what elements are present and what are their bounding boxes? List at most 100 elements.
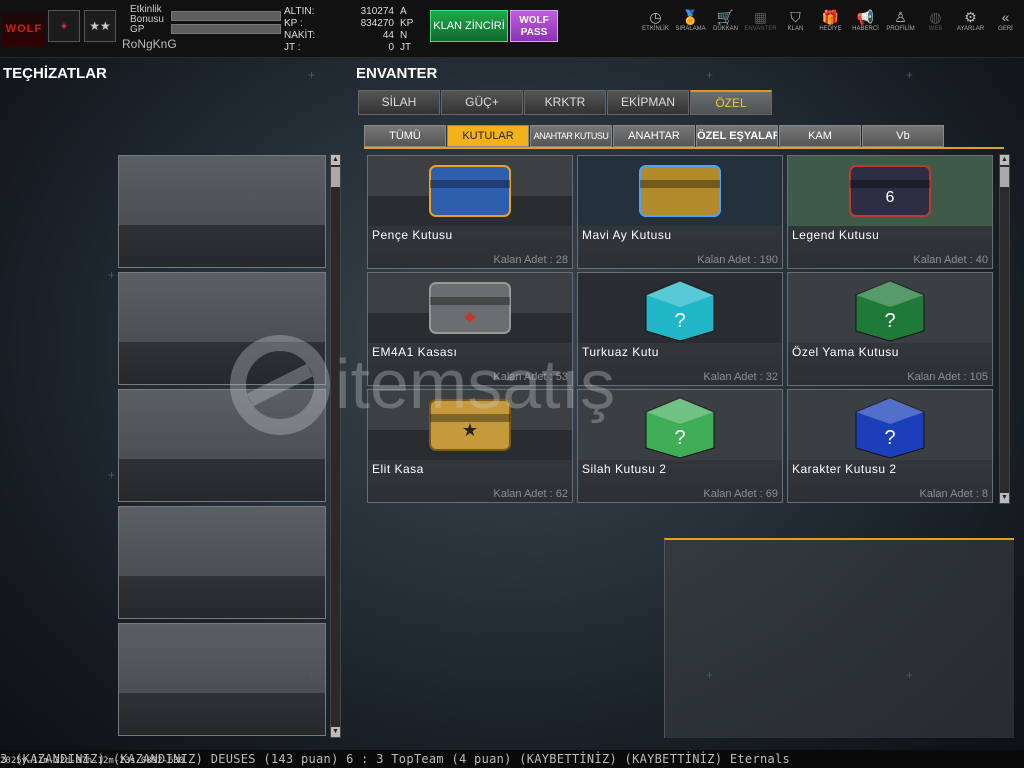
inventory-item-card[interactable]: 6 Legend Kutusu Kalan Adet : 40	[787, 155, 993, 269]
gift-icon: 🎁	[821, 9, 840, 25]
nav-gift[interactable]: 🎁 HEDİYE	[813, 8, 848, 32]
tab-sub[interactable]: Vb	[862, 125, 944, 147]
background-cross-mark: +	[906, 68, 914, 82]
equipment-scrollbar[interactable]: ▲ ▼	[330, 154, 341, 738]
scroll-down-icon[interactable]: ▼	[331, 727, 340, 737]
equipment-slot[interactable]	[118, 623, 326, 736]
item-remaining-count: Kalan Adet : 8	[919, 488, 989, 500]
inventory-heading: ENVANTER	[356, 65, 438, 82]
inventory-icon: ▦	[753, 9, 768, 25]
item-name: EM4A1 Kasası	[372, 345, 458, 359]
svg-text:★: ★	[462, 420, 478, 440]
svg-text:?: ?	[674, 427, 685, 449]
inventory-item-card[interactable]: ? Silah Kutusu 2 Kalan Adet : 69	[577, 389, 783, 503]
tab-sub[interactable]: KUTULAR	[447, 125, 529, 147]
nav-profile[interactable]: ♙ PROFİLİM	[883, 8, 918, 32]
nav-label: ENVANTER	[744, 26, 777, 32]
inventory-item-card[interactable]: ? Karakter Kutusu 2 Kalan Adet : 8	[787, 389, 993, 503]
nav-medal[interactable]: 🏅 SIRALAMA	[673, 8, 708, 32]
item-image	[578, 156, 782, 226]
item-remaining-count: Kalan Adet : 69	[703, 488, 778, 500]
tab-main[interactable]: EKİPMAN	[607, 90, 689, 115]
tab-sub[interactable]: TÜMÜ	[364, 125, 446, 147]
scroll-up-icon[interactable]: ▲	[331, 155, 340, 165]
tab-sub[interactable]: ANAHTAR	[613, 125, 695, 147]
equipment-slot[interactable]	[118, 389, 326, 502]
inventory-scrollbar[interactable]: ▲ ▼	[999, 154, 1010, 504]
scroll-thumb[interactable]	[1000, 167, 1009, 187]
item-remaining-count: Kalan Adet : 40	[913, 254, 988, 266]
tab-sub[interactable]: KAM	[779, 125, 861, 147]
nav-clock[interactable]: ◷ ETKİNLİK	[638, 8, 673, 32]
etkinlik-bonus-bar	[171, 11, 281, 21]
nav-label: PROFİLİM	[886, 26, 915, 32]
nav-clan-shield[interactable]: ⛉ KLAN	[778, 8, 813, 32]
top-navigation: ◷ ETKİNLİK 🏅 SIRALAMA 🛒 DÜKKAN ▦ ENVANTER ⛉ KLAN 🎁…	[638, 8, 1023, 32]
item-name: Turkuaz Kutu	[582, 345, 659, 359]
nav-label: DÜKKAN	[712, 26, 738, 32]
item-image: ?	[578, 390, 782, 460]
player-nickname: RoNgKnG	[122, 37, 177, 51]
tab-sub[interactable]: ÖZEL EŞYALAR	[696, 125, 778, 147]
svg-text:?: ?	[884, 427, 895, 449]
match-ticker: 3 (KAZANDINIZ) (KAZANDINIZ) DEUSES (143 …	[0, 750, 1024, 768]
inventory-item-card[interactable]: Mavi Ay Kutusu Kalan Adet : 190	[577, 155, 783, 269]
svg-text:?: ?	[674, 310, 685, 332]
sub-tabs: TÜMÜ KUTULAR ANAHTAR KUTUSU ANAHTAR ÖZEL EŞY…	[364, 125, 945, 147]
tab-main[interactable]: ÖZEL	[690, 90, 772, 115]
nav-globe[interactable]: ◍ WEB	[918, 8, 953, 32]
top-bar: WOLF ✦ ★★ Etkinlik Bonusu GP RoNgKnG ALT…	[0, 0, 1024, 58]
nav-label: AYARLAR	[956, 26, 985, 32]
item-remaining-count: Kalan Adet : 32	[703, 371, 778, 383]
nav-inventory[interactable]: ▦ ENVANTER	[743, 8, 778, 32]
nav-label: ETKİNLİK	[642, 26, 669, 32]
background-cross-mark: +	[706, 668, 714, 682]
currency-row: ALTIN: 310274 A	[284, 6, 407, 17]
item-name: Pençe Kutusu	[372, 228, 453, 242]
nav-label: SIRALAMA	[675, 26, 706, 32]
item-name: Karakter Kutusu 2	[792, 462, 897, 476]
klan-zinciri-button[interactable]: KLAN ZİNCİRİ	[430, 10, 508, 42]
background-cross-mark: +	[108, 468, 116, 482]
wolf-pass-button[interactable]: WOLF PASS	[510, 10, 558, 42]
scroll-up-icon[interactable]: ▲	[1000, 155, 1009, 165]
nav-label: GERİ	[998, 26, 1013, 32]
currency-row: KP :834270 KP	[284, 18, 414, 29]
item-image: ?	[788, 273, 992, 343]
scroll-thumb[interactable]	[331, 167, 340, 187]
item-remaining-count: Kalan Adet : 62	[493, 488, 568, 500]
tab-main[interactable]: SİLAH	[358, 90, 440, 115]
inventory-item-card[interactable]: ★ Elit Kasa Kalan Adet : 62	[367, 389, 573, 503]
item-name: Silah Kutusu 2	[582, 462, 667, 476]
tab-sub[interactable]: ANAHTAR KUTUSU	[530, 125, 612, 147]
scroll-down-icon[interactable]: ▼	[1000, 493, 1009, 503]
item-name: Elit Kasa	[372, 462, 424, 476]
inventory-item-card[interactable]: ? Özel Yama Kutusu Kalan Adet : 105	[787, 272, 993, 386]
nav-cart[interactable]: 🛒 DÜKKAN	[708, 8, 743, 32]
rank-stars-icon: ★★	[84, 10, 116, 42]
item-image: 6	[788, 156, 992, 226]
nav-megaphone[interactable]: 📢 HABERCİ	[848, 8, 883, 32]
tab-main[interactable]: GÜÇ+	[441, 90, 523, 115]
inventory-item-card[interactable]: ? Turkuaz Kutu Kalan Adet : 32	[577, 272, 783, 386]
nav-back[interactable]: «GERİ	[988, 8, 1023, 32]
item-remaining-count: Kalan Adet : 28	[493, 254, 568, 266]
equipment-slot[interactable]	[118, 506, 326, 619]
background-cross-mark: +	[108, 268, 116, 282]
equipment-slot[interactable]	[118, 155, 326, 268]
background-cross-mark: +	[706, 68, 714, 82]
main-tabs: SİLAH GÜÇ+ KRKTR EKİPMAN ÖZEL	[358, 90, 773, 115]
equipment-slot[interactable]	[118, 272, 326, 385]
nav-label: HABERCİ	[852, 26, 879, 32]
inventory-item-card[interactable]: ◆ EM4A1 Kasası Kalan Adet : 53	[367, 272, 573, 386]
svg-text:◆: ◆	[465, 308, 476, 324]
item-remaining-count: Kalan Adet : 105	[907, 371, 988, 383]
item-image: ?	[578, 273, 782, 343]
inventory-item-card[interactable]: Pençe Kutusu Kalan Adet : 28	[367, 155, 573, 269]
tab-main[interactable]: KRKTR	[524, 90, 606, 115]
background-cross-mark: +	[906, 668, 914, 682]
clock-icon: ◷	[649, 9, 662, 25]
cart-icon: 🛒	[716, 9, 735, 25]
nav-label: WEB	[928, 26, 943, 32]
nav-gear[interactable]: ⚙ AYARLAR	[953, 8, 988, 32]
